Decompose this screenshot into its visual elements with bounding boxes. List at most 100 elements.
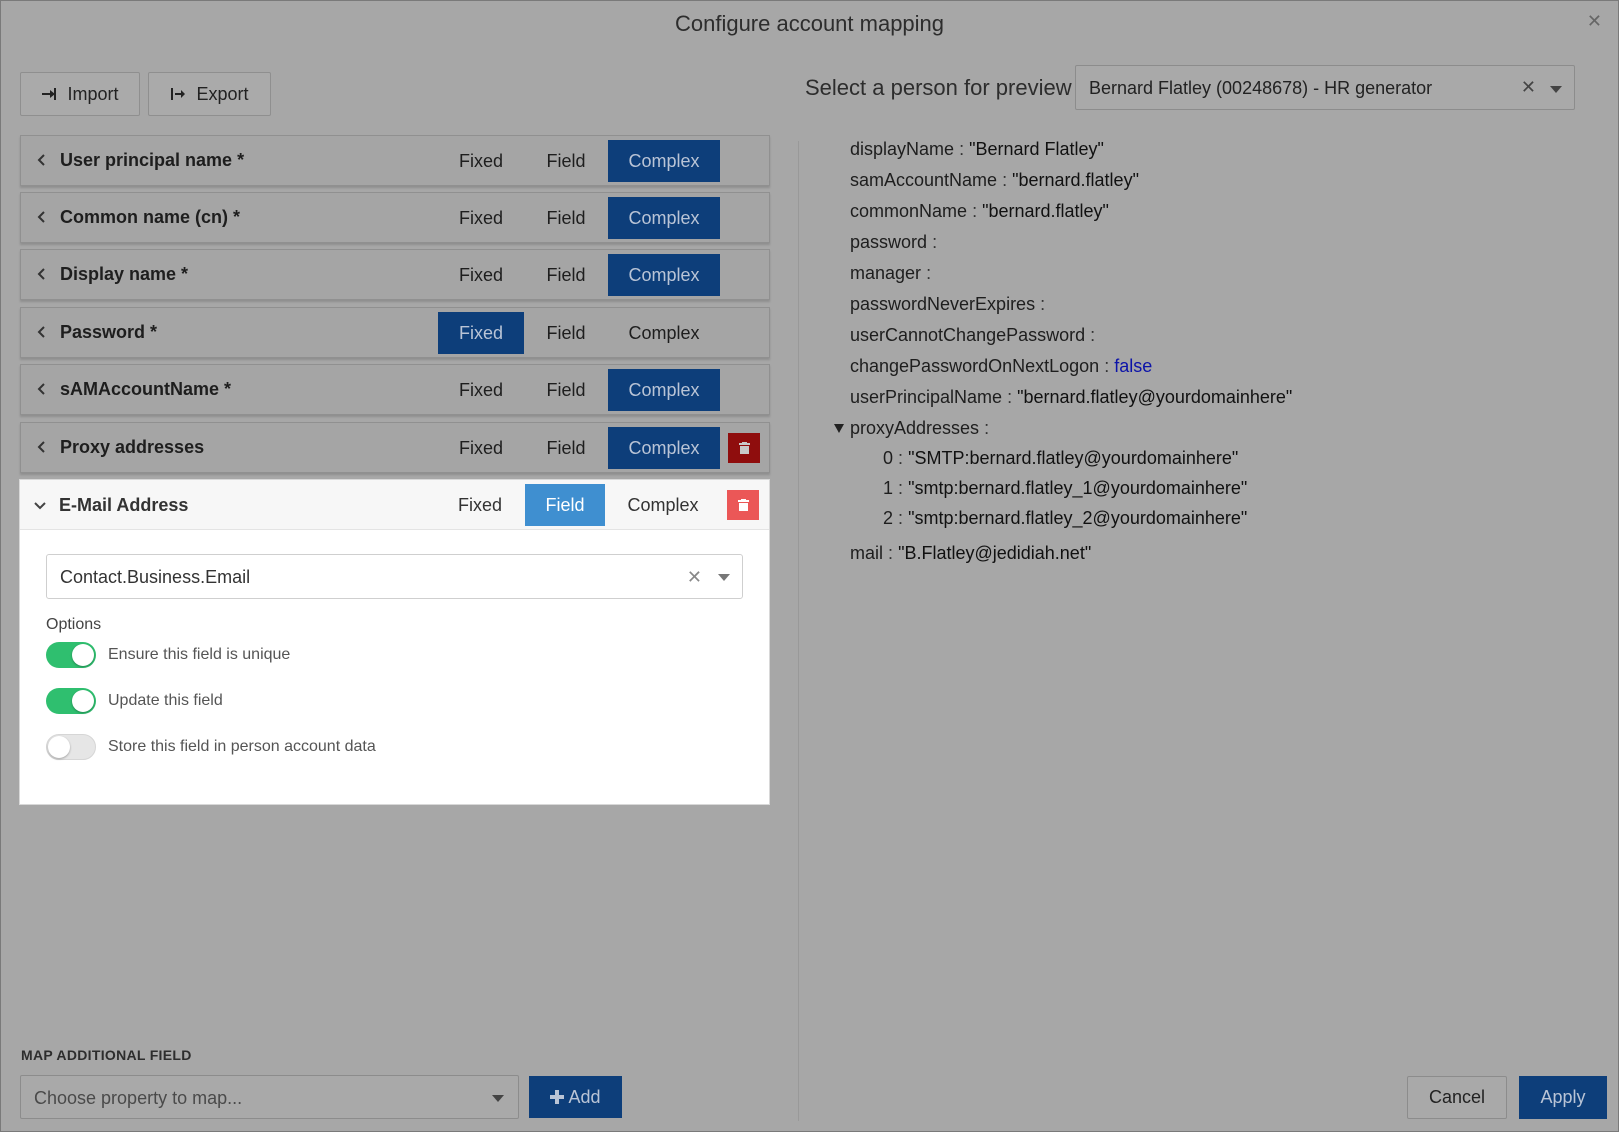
- chevron-left-icon[interactable]: [33, 438, 51, 456]
- tree-line-displayname: displayName : "Bernard Flatley": [850, 139, 1104, 159]
- mode-complex-button[interactable]: Complex: [608, 427, 720, 469]
- mapping-label: Proxy addresses: [60, 437, 205, 457]
- mode-fixed-button[interactable]: Fixed: [438, 312, 524, 354]
- tree-line-mail: mail : "B.Flatley@jedidiah.net": [850, 543, 1092, 563]
- map-property-placeholder: Choose property to map...: [34, 1088, 243, 1108]
- option-unique: Ensure this field is unique: [46, 642, 290, 668]
- tree-line-commonname: commonName : "bernard.flatley": [850, 201, 1109, 221]
- cancel-button[interactable]: Cancel: [1407, 1076, 1507, 1119]
- field-select[interactable]: Contact.Business.Email ✕: [46, 554, 743, 599]
- mapping-row[interactable]: Password * Fixed Field Complex: [20, 307, 770, 358]
- mode-field-button[interactable]: Field: [526, 369, 606, 411]
- tree-line-usercannotchangepassword: userCannotChangePassword :: [850, 325, 1096, 345]
- mode-complex-button[interactable]: Complex: [607, 484, 719, 526]
- export-button[interactable]: Export: [148, 72, 271, 116]
- option-label: Ensure this field is unique: [108, 646, 291, 663]
- chevron-down-icon[interactable]: [31, 496, 49, 514]
- trash-icon: [737, 499, 749, 511]
- mapping-label: Common name (cn) *: [60, 207, 241, 227]
- mapping-row-email-expanded: E-Mail Address Fixed Field Complex Conta…: [19, 479, 770, 805]
- collapse-arrow-icon[interactable]: [834, 424, 844, 433]
- delete-button[interactable]: [727, 490, 759, 520]
- plus-icon: [550, 1090, 565, 1104]
- import-button[interactable]: Import: [20, 72, 140, 116]
- panel-divider: [798, 141, 799, 1121]
- close-icon[interactable]: ✕: [1587, 11, 1602, 32]
- mode-field-button[interactable]: Field: [526, 197, 606, 239]
- tree-line-userprincipalname: userPrincipalName : "bernard.flatley@you…: [850, 387, 1293, 407]
- sign-in-icon: [42, 88, 57, 100]
- add-button[interactable]: Add: [529, 1076, 622, 1118]
- mode-fixed-button[interactable]: Fixed: [438, 369, 524, 411]
- chevron-left-icon[interactable]: [33, 380, 51, 398]
- import-label: Import: [67, 83, 119, 104]
- mode-field-button[interactable]: Field: [526, 254, 606, 296]
- chevron-left-icon[interactable]: [33, 265, 51, 283]
- option-update: Update this field: [46, 688, 223, 714]
- map-additional-field-title: MAP ADDITIONAL FIELD: [21, 1047, 192, 1063]
- tree-line-proxy-2: 2 : "smtp:bernard.flatley_2@yourdomainhe…: [883, 508, 1248, 528]
- mapping-label: Password *: [60, 322, 158, 342]
- mode-complex-button[interactable]: Complex: [608, 140, 720, 182]
- mapping-row[interactable]: sAMAccountName * Fixed Field Complex: [20, 364, 770, 415]
- option-label: Store this field in person account data: [108, 738, 376, 755]
- tree-line-proxy-1: 1 : "smtp:bernard.flatley_1@yourdomainhe…: [883, 478, 1248, 498]
- field-select-value: Contact.Business.Email: [60, 567, 251, 587]
- mode-complex-button[interactable]: Complex: [608, 312, 720, 354]
- mapping-row[interactable]: Proxy addresses Fixed Field Complex: [20, 422, 770, 473]
- dialog-title: Configure account mapping: [674, 11, 945, 36]
- option-label: Update this field: [108, 692, 223, 709]
- person-select-value: Bernard Flatley (00248678) - HR generato…: [1089, 78, 1433, 98]
- caret-down-icon[interactable]: [1550, 86, 1562, 93]
- option-store: Store this field in person account data: [46, 734, 376, 760]
- tree-line-passwordneverexpires: passwordNeverExpires :: [850, 294, 1046, 314]
- tree-line-changepasswordonnextlogon: changePasswordOnNextLogon : false: [850, 356, 1153, 376]
- mode-fixed-button[interactable]: Fixed: [438, 427, 524, 469]
- unique-toggle[interactable]: [46, 642, 96, 668]
- mapping-label: User principal name *: [60, 150, 245, 170]
- delete-button[interactable]: [728, 433, 760, 463]
- sign-out-icon: [171, 88, 186, 100]
- store-toggle[interactable]: [46, 734, 96, 760]
- clear-icon[interactable]: ✕: [1521, 77, 1536, 98]
- trash-icon: [738, 442, 750, 454]
- mapping-label: Display name *: [60, 264, 189, 284]
- map-property-select[interactable]: Choose property to map...: [20, 1075, 519, 1119]
- mapping-row-header[interactable]: E-Mail Address Fixed Field Complex: [20, 480, 769, 530]
- preview-label: Select a person for preview: [805, 75, 1072, 100]
- export-label: Export: [196, 83, 249, 104]
- chevron-left-icon[interactable]: [33, 323, 51, 341]
- mode-complex-button[interactable]: Complex: [608, 197, 720, 239]
- mapping-row[interactable]: Display name * Fixed Field Complex: [20, 249, 770, 300]
- apply-button[interactable]: Apply: [1519, 1076, 1607, 1119]
- mode-field-button[interactable]: Field: [526, 140, 606, 182]
- clear-icon[interactable]: ✕: [687, 567, 702, 588]
- mode-field-button[interactable]: Field: [526, 312, 606, 354]
- mode-field-button[interactable]: Field: [526, 427, 606, 469]
- mode-fixed-button[interactable]: Fixed: [438, 254, 524, 296]
- mode-fixed-button[interactable]: Fixed: [438, 197, 524, 239]
- mode-complex-button[interactable]: Complex: [608, 254, 720, 296]
- tree-line-proxy-0: 0 : "SMTP:bernard.flatley@yourdomainhere…: [883, 448, 1239, 468]
- tree-line-samaccountname: samAccountName : "bernard.flatley": [850, 170, 1139, 190]
- mode-fixed-button[interactable]: Fixed: [437, 484, 523, 526]
- add-label: Add: [568, 1086, 601, 1107]
- chevron-left-icon[interactable]: [33, 151, 51, 169]
- mode-fixed-button[interactable]: Fixed: [438, 140, 524, 182]
- caret-down-icon[interactable]: [718, 574, 730, 581]
- update-toggle[interactable]: [46, 688, 96, 714]
- mapping-label: sAMAccountName *: [60, 379, 232, 399]
- chevron-left-icon[interactable]: [33, 208, 51, 226]
- mapping-row[interactable]: User principal name * Fixed Field Complex: [20, 135, 770, 186]
- tree-line-proxyaddresses[interactable]: proxyAddresses :: [834, 418, 989, 439]
- mapping-label: E-Mail Address: [59, 495, 189, 515]
- configure-account-mapping-dialog: Configure account mapping ✕ Import Expor…: [0, 0, 1619, 1132]
- mode-field-button[interactable]: Field: [525, 484, 605, 526]
- options-title: Options: [46, 616, 102, 633]
- tree-line-password: password :: [850, 232, 938, 252]
- caret-down-icon[interactable]: [492, 1095, 504, 1102]
- mode-complex-button[interactable]: Complex: [608, 369, 720, 411]
- tree-line-manager: manager :: [850, 263, 932, 283]
- person-select[interactable]: Bernard Flatley (00248678) - HR generato…: [1075, 65, 1575, 110]
- mapping-row[interactable]: Common name (cn) * Fixed Field Complex: [20, 192, 770, 243]
